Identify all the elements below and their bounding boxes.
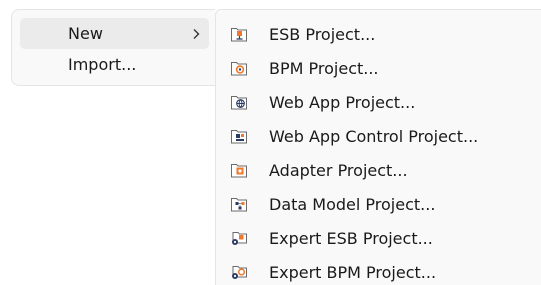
expert-bpm-project-icon (230, 263, 248, 281)
adapter-project-icon (230, 161, 248, 179)
data-model-project-icon (230, 195, 248, 213)
submenu-item-web-app-control-project[interactable]: Web App Control Project... (216, 119, 541, 153)
menu-item-label: Import... (68, 55, 137, 74)
submenu-item-label: Expert BPM Project... (269, 262, 437, 282)
submenu-item-label: Web App Project... (269, 92, 416, 112)
context-menu: New Import... (11, 9, 215, 86)
expert-esb-project-icon (230, 229, 248, 247)
menu-item-new[interactable]: New (20, 18, 209, 49)
submenu-item-bpm-project[interactable]: BPM Project... (216, 51, 541, 85)
submenu-item-label: Data Model Project... (269, 194, 436, 214)
bpm-project-icon (230, 59, 248, 77)
submenu-item-adapter-project[interactable]: Adapter Project... (216, 153, 541, 187)
submenu-item-expert-esb-project[interactable]: Expert ESB Project... (216, 221, 541, 255)
web-app-control-project-icon (230, 127, 248, 145)
context-menu-area: New Import... ESB Project... BPM Project… (0, 0, 541, 285)
chevron-right-icon (191, 18, 201, 49)
menu-item-label: New (68, 24, 103, 43)
submenu-item-label: Web App Control Project... (269, 126, 479, 146)
web-app-project-icon (230, 93, 248, 111)
menu-item-import[interactable]: Import... (20, 49, 209, 80)
submenu-item-data-model-project[interactable]: Data Model Project... (216, 187, 541, 221)
submenu-item-label: ESB Project... (269, 24, 376, 44)
esb-project-icon (230, 25, 248, 43)
submenu-item-web-app-project[interactable]: Web App Project... (216, 85, 541, 119)
submenu-item-label: BPM Project... (269, 58, 379, 78)
new-submenu: ESB Project... BPM Project... Web App Pr… (215, 9, 541, 285)
submenu-item-esb-project[interactable]: ESB Project... (216, 17, 541, 51)
submenu-item-label: Expert ESB Project... (269, 228, 433, 248)
submenu-item-expert-bpm-project[interactable]: Expert BPM Project... (216, 255, 541, 285)
submenu-item-label: Adapter Project... (269, 160, 408, 180)
